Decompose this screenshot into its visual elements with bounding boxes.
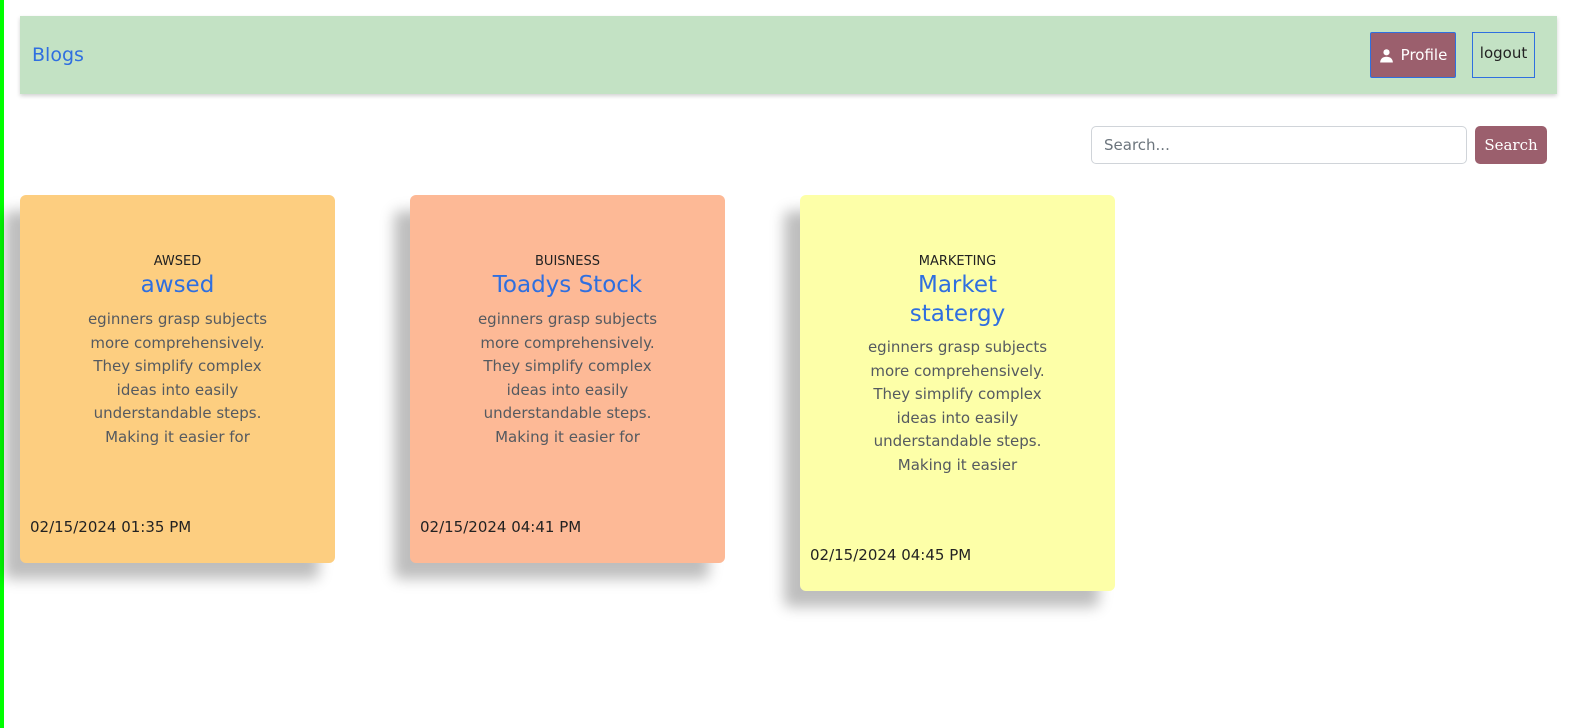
blog-card[interactable]: BUISNESS Toadys Stock eginners grasp sub…	[410, 195, 725, 563]
card-excerpt: eginners grasp subjects more comprehensi…	[87, 310, 268, 446]
card-date: 02/15/2024 04:41 PM	[420, 518, 582, 536]
brand-link[interactable]: Blogs	[32, 44, 84, 66]
navbar: Blogs Profile logout	[20, 16, 1557, 94]
card-title-link[interactable]: awsed	[83, 271, 273, 300]
card-excerpt: eginners grasp subjects more comprehensi…	[477, 310, 658, 446]
card-category: BUISNESS	[535, 254, 600, 269]
blog-card[interactable]: MARKETING Market statergy eginners grasp…	[800, 195, 1115, 591]
left-edge-bar	[0, 0, 4, 728]
card-title-link[interactable]: Market statergy	[888, 271, 1028, 329]
blog-card[interactable]: AWSED awsed eginners grasp subjects more…	[20, 195, 335, 563]
card-excerpt: eginners grasp subjects more comprehensi…	[867, 338, 1048, 474]
logout-button[interactable]: logout	[1472, 32, 1535, 78]
card-title-link[interactable]: Toadys Stock	[473, 271, 663, 300]
profile-button-label: Profile	[1400, 46, 1448, 64]
search-input[interactable]	[1091, 126, 1467, 164]
profile-button[interactable]: Profile	[1370, 32, 1456, 78]
person-icon	[1379, 48, 1394, 63]
card-category: AWSED	[153, 254, 202, 269]
card-date: 02/15/2024 04:45 PM	[810, 546, 972, 564]
search-button[interactable]: Search	[1475, 126, 1547, 164]
card-category: MARKETING	[918, 254, 997, 269]
card-date: 02/15/2024 01:35 PM	[30, 518, 192, 536]
